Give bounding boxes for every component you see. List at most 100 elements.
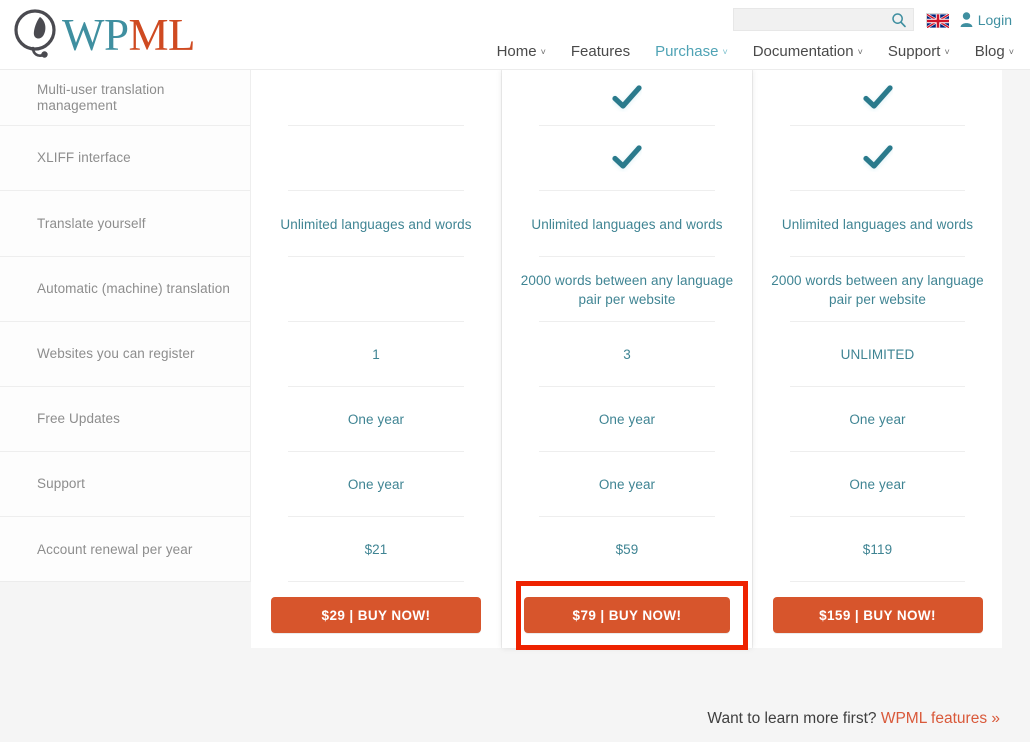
nav-label-blog: Blog [974, 43, 1005, 60]
table-cell: Unlimited languages and words [753, 191, 1002, 257]
table-row: Automatic (machine) translation [0, 257, 250, 322]
table-cell [753, 70, 1002, 126]
search-box[interactable] [732, 8, 914, 31]
table-row: XLIFF interface [0, 126, 250, 191]
chevron-down-icon: ˅ [857, 47, 863, 57]
feature-label: Automatic (machine) translation [37, 281, 230, 296]
feature-label: Account renewal per year [37, 541, 193, 557]
table-cell: One year [753, 452, 1002, 517]
pricing-comparison-table: Multi-user translation management XLIFF … [0, 70, 1030, 670]
table-row: Translate yourself [0, 191, 250, 257]
nav-label-support: Support [887, 43, 941, 60]
site-header: WPML Login Home ˅ Features Purchase ˅ Do… [0, 0, 1030, 70]
nav-item-documentation[interactable]: Documentation ˅ [753, 43, 863, 60]
cell-value: $119 [862, 542, 893, 557]
table-cell: One year [251, 387, 501, 452]
cell-value: Unlimited languages and words [781, 216, 974, 232]
cell-value: 2000 words between any language pair per… [520, 272, 734, 307]
table-cell: One year [502, 452, 752, 517]
header-utility-bar: Login [732, 8, 1012, 31]
table-cell: 3 [502, 322, 752, 387]
table-cell: Unlimited languages and words [502, 191, 752, 257]
table-row: Support [0, 452, 250, 517]
nav-item-purchase[interactable]: Purchase ˅ [655, 43, 728, 60]
table-cell [251, 257, 501, 322]
table-cell: 2000 words between any language pair per… [753, 257, 1002, 322]
cell-value: Unlimited languages and words [280, 216, 472, 232]
feature-label: Free Updates [37, 411, 120, 426]
cell-value: 1 [372, 347, 380, 362]
logo-ml-text: ML [128, 10, 196, 60]
table-row: Multi-user translation management [0, 70, 250, 126]
cell-value: Unlimited languages and words [531, 216, 723, 232]
cell-value: One year [598, 412, 656, 427]
cell-value: $59 [615, 542, 639, 557]
login-label: Login [977, 11, 1012, 28]
buy-button-cell-1: $29 | BUY NOW! [251, 582, 501, 648]
buy-button-cell-3: $159 | BUY NOW! [753, 582, 1002, 648]
nav-label-documentation: Documentation [752, 43, 854, 60]
cell-value: 2000 words between any language pair per… [771, 272, 984, 307]
nav-item-support[interactable]: Support ˅ [888, 43, 950, 60]
uk-flag-icon[interactable] [925, 12, 950, 29]
feature-label: Support [37, 476, 85, 491]
buy-now-button-3[interactable]: $159 | BUY NOW! [772, 597, 983, 633]
plan-column-2: Unlimited languages and words 2000 words… [502, 70, 752, 648]
nav-label-features: Features [570, 43, 631, 60]
chevron-down-icon: ˅ [540, 47, 546, 57]
table-cell: UNLIMITED [753, 322, 1002, 387]
table-cell: $59 [502, 517, 752, 582]
cell-value: 3 [623, 347, 631, 362]
plan-column-1: Unlimited languages and words 1 One year… [251, 70, 502, 648]
cell-value: UNLIMITED [840, 347, 915, 362]
cell-value: One year [347, 477, 405, 492]
checkmark-icon [862, 145, 893, 172]
checkmark-icon [612, 145, 642, 172]
checkmark-icon [862, 84, 893, 112]
feature-label: Translate yourself [37, 215, 146, 231]
chevron-down-icon: ˅ [1008, 47, 1014, 57]
wpml-features-link[interactable]: WPML features » [881, 710, 1000, 727]
feature-label: Websites you can register [37, 346, 195, 361]
table-row: Account renewal per year [0, 517, 250, 582]
table-cell [251, 126, 501, 191]
buy-now-button-2[interactable]: $79 | BUY NOW! [524, 597, 730, 633]
table-cell [251, 70, 501, 126]
feature-label: Multi-user translation management [37, 82, 165, 113]
login-link[interactable]: Login [960, 12, 1012, 28]
table-cell: One year [251, 452, 501, 517]
nav-label-home: Home [496, 43, 537, 60]
wpml-logo-icon [10, 6, 68, 64]
table-cell [502, 70, 752, 126]
chevron-down-icon: ˅ [722, 47, 728, 57]
table-cell: 2000 words between any language pair per… [502, 257, 752, 322]
plan-column-3: Unlimited languages and words 2000 words… [752, 70, 1002, 648]
buy-now-button-1[interactable]: $29 | BUY NOW! [271, 597, 481, 633]
table-row: Websites you can register [0, 322, 250, 387]
table-cell: Unlimited languages and words [251, 191, 501, 257]
table-cell: $119 [753, 517, 1002, 582]
table-cell: One year [502, 387, 752, 452]
cell-value: $21 [364, 542, 388, 557]
checkmark-icon [612, 84, 642, 112]
cell-value: One year [598, 477, 656, 492]
cell-value: One year [849, 477, 906, 492]
nav-item-features[interactable]: Features [571, 43, 630, 60]
nav-item-home[interactable]: Home ˅ [497, 43, 546, 60]
logo-wp-text: WP [62, 10, 129, 60]
user-icon [960, 12, 973, 27]
search-input[interactable] [733, 9, 913, 30]
site-logo[interactable]: WPML [10, 4, 210, 66]
feature-label: XLIFF interface [37, 150, 131, 165]
search-icon[interactable] [891, 12, 907, 28]
table-cell: $21 [251, 517, 501, 582]
buy-button-cell-2: $79 | BUY NOW! [502, 582, 752, 648]
table-cell: 1 [251, 322, 501, 387]
nav-item-blog[interactable]: Blog ˅ [975, 43, 1014, 60]
learn-more-footer: Want to learn more first? WPML features … [707, 710, 1000, 728]
table-cell [502, 126, 752, 191]
table-cell [753, 126, 1002, 191]
chevron-down-icon: ˅ [944, 47, 950, 57]
cell-value: One year [849, 412, 906, 427]
cell-value: One year [347, 412, 405, 427]
